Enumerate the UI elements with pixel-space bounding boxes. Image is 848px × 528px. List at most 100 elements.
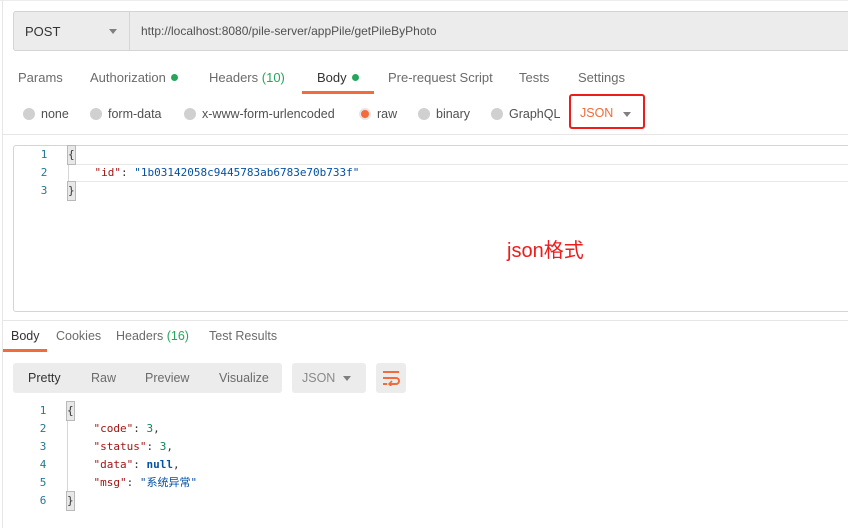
tab-label: Cookies [56, 329, 102, 343]
wrap-lines-button[interactable] [376, 363, 406, 393]
tab-label: Body [317, 70, 347, 85]
radio-selected-icon [359, 108, 371, 120]
code-line: 3 } [14, 181, 848, 201]
json-key: "data" [93, 458, 134, 471]
open-brace: { [66, 401, 75, 421]
radio-raw[interactable]: raw [359, 107, 397, 121]
tab-tests[interactable]: Tests [519, 70, 549, 85]
tab-label: Headers [209, 70, 259, 85]
open-brace: { [67, 145, 76, 165]
headers-count: (16) [166, 329, 189, 343]
json-key: "id" [94, 166, 122, 179]
line-number: 6 [39, 494, 47, 507]
tab-params[interactable]: Params [18, 70, 63, 85]
tab-body[interactable]: Body [317, 70, 359, 85]
radio-binary[interactable]: binary [418, 107, 470, 121]
method-label: POST [25, 23, 61, 39]
line-number: 3 [39, 440, 47, 453]
headers-count: (10) [261, 70, 285, 85]
radio-label: form-data [108, 107, 162, 121]
tab-label: Test Results [209, 329, 278, 343]
tab-label: Settings [578, 70, 625, 85]
response-format-select[interactable]: JSON [292, 363, 366, 393]
url-input[interactable]: http://localhost:8080/pile-server/appPil… [130, 24, 437, 38]
wrap-lines-icon [383, 371, 400, 386]
tab-label: Tests [519, 70, 550, 85]
radio-circle-icon [418, 108, 430, 120]
radio-circle-icon [491, 108, 503, 120]
radio-circle-icon [90, 108, 102, 120]
json-key: "status" [93, 440, 147, 453]
code-line: 5 "msg": "系统异常" [13, 474, 848, 492]
chevron-down-icon [623, 112, 631, 117]
code-line: 3 "status": 3, [13, 438, 848, 456]
tab-label: Params [18, 70, 63, 85]
view-preview-button[interactable]: Preview [145, 371, 189, 385]
request-body-editor[interactable]: 1 { 2 "id": "1b03142058c9445783ab6783e70… [13, 145, 848, 312]
response-body-viewer: 1 { 2 "code": 3, 3 "status": 3, 4 "data"… [13, 401, 848, 528]
code-line: 2 "code": 3, [13, 420, 848, 438]
code-line: 1 { [14, 145, 848, 165]
radio-label: GraphQL [509, 107, 561, 121]
radio-label: none [41, 107, 69, 121]
tab-test-results[interactable]: Test Results [209, 329, 277, 343]
active-tab-indicator [3, 349, 47, 352]
close-brace: } [66, 491, 75, 511]
line-number: 3 [40, 184, 48, 197]
view-mode-group: Pretty Raw Preview Visualize [13, 363, 282, 393]
radio-label: binary [436, 107, 471, 121]
line-number: 2 [40, 166, 48, 179]
radio-graphql[interactable]: GraphQL [491, 107, 560, 121]
view-visualize-button[interactable]: Visualize [219, 371, 269, 385]
tab-cookies[interactable]: Cookies [56, 329, 101, 343]
chevron-down-icon [343, 376, 351, 381]
radio-label: raw [377, 107, 398, 121]
tab-response-body[interactable]: Body [11, 329, 40, 343]
view-pretty-button[interactable]: Pretty [28, 371, 61, 385]
radio-label: x-www-form-urlencoded [202, 107, 335, 121]
status-dot-icon [351, 74, 359, 81]
code-line: 4 "data": null, [13, 456, 848, 474]
line-number: 5 [39, 476, 47, 489]
tab-label: Pre-request Script [388, 70, 493, 85]
tab-headers[interactable]: Headers (10) [209, 70, 285, 85]
tab-settings[interactable]: Settings [578, 70, 625, 85]
view-raw-button[interactable]: Raw [91, 371, 116, 385]
code-line: 6 } [13, 491, 848, 511]
radio-circle-icon [23, 108, 35, 120]
json-key: "msg" [93, 476, 127, 489]
line-number: 1 [39, 404, 47, 417]
radio-form-data[interactable]: form-data [90, 107, 162, 121]
raw-language-select[interactable]: JSON [569, 94, 645, 129]
line-number: 2 [39, 422, 47, 435]
panel-left-border [2, 0, 3, 528]
status-dot-icon [170, 74, 178, 81]
active-tab-indicator [302, 91, 374, 94]
annotation-label: json格式 [507, 240, 584, 262]
method-select[interactable]: POST [14, 12, 130, 50]
divider [3, 320, 848, 321]
radio-circle-icon [184, 108, 196, 120]
line-number: 1 [40, 148, 48, 161]
tab-authorization[interactable]: Authorization [90, 70, 178, 85]
chevron-down-icon [109, 29, 117, 34]
json-value: null [146, 458, 174, 471]
radio-none[interactable]: none [23, 107, 69, 121]
format-label: JSON [302, 371, 336, 385]
close-brace: } [67, 181, 76, 201]
tab-pre-request-script[interactable]: Pre-request Script [388, 70, 493, 85]
divider [3, 134, 848, 135]
json-value: "1b03142058c9445783ab6783e70b733f" [134, 166, 360, 179]
raw-language-label: JSON [580, 106, 614, 120]
tab-label: Headers [116, 329, 164, 343]
code-line: 1 { [13, 401, 848, 421]
radio-x-www-form-urlencoded[interactable]: x-www-form-urlencoded [184, 107, 335, 121]
json-value: "系统异常" [139, 476, 198, 489]
tab-label: Authorization [90, 70, 166, 85]
tab-response-headers[interactable]: Headers (16) [116, 329, 189, 343]
code-line: 2 "id": "1b03142058c9445783ab6783e70b733… [14, 164, 848, 182]
top-divider [0, 0, 848, 1]
url-bar: POST http://localhost:8080/pile-server/a… [13, 11, 848, 51]
line-number: 4 [39, 458, 47, 471]
json-key: "code" [93, 422, 134, 435]
